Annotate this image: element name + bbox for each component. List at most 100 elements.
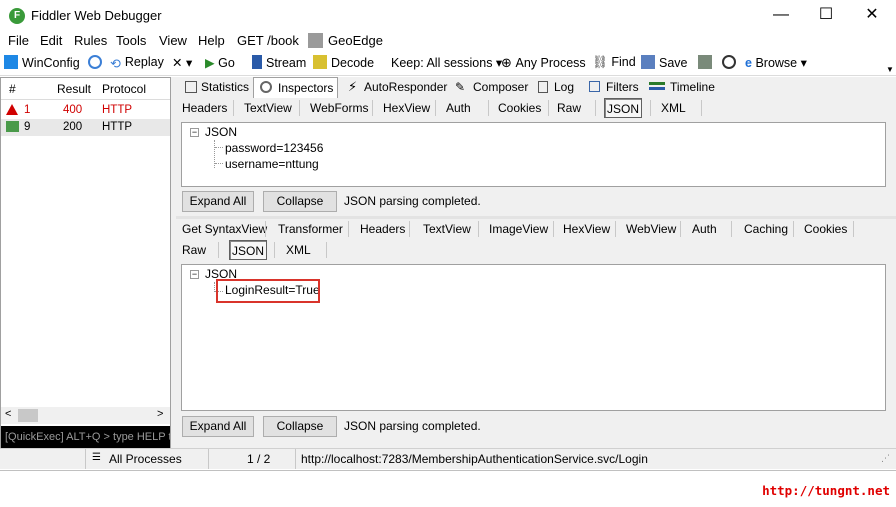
comment-button[interactable] <box>88 55 106 70</box>
req-tab-webforms[interactable]: WebForms <box>308 98 370 118</box>
resp-tab-xml[interactable]: XML <box>284 240 313 260</box>
json-node[interactable]: password=123456 <box>225 141 323 155</box>
menu-geoedge[interactable]: GeoEdge <box>328 33 383 48</box>
request-collapse-button[interactable]: Collapse <box>263 191 337 212</box>
stream-button[interactable]: Stream <box>252 55 306 70</box>
decode-button[interactable]: Decode <box>313 55 374 70</box>
tab-filters[interactable]: Filters <box>586 77 642 98</box>
browse-button[interactable]: e Browse ▾ <box>745 55 807 70</box>
watermark-url: http://tungnt.net <box>762 483 890 498</box>
resp-tab-transformer[interactable]: Transformer <box>276 219 345 239</box>
any-process-label: Any Process <box>515 56 586 70</box>
process-filter[interactable]: All Processes <box>109 452 182 466</box>
resp-tab-json[interactable]: JSON <box>229 240 268 260</box>
resp-tab-webview[interactable]: WebView <box>624 219 678 239</box>
find-button[interactable]: ⛓ Find <box>592 55 636 70</box>
any-process-button[interactable]: ⊕ Any Process <box>501 55 586 71</box>
resp-tab-syntaxview[interactable]: Get SyntaxView <box>180 219 269 239</box>
json-root-label[interactable]: JSON <box>205 125 237 139</box>
session-count: 1 / 2 <box>247 452 271 466</box>
request-expand-all-button[interactable]: Expand All <box>182 191 254 212</box>
scroll-left-icon[interactable]: < <box>5 408 11 420</box>
divider <box>853 221 854 237</box>
divider <box>372 100 373 116</box>
resp-tab-auth[interactable]: Auth <box>690 219 719 239</box>
col-result[interactable]: Result <box>57 82 91 96</box>
error-icon <box>6 104 18 115</box>
scroll-right-icon[interactable]: > <box>157 408 163 420</box>
replay-button[interactable]: ⟲ Replay <box>110 55 164 71</box>
tab-log[interactable]: Log <box>534 77 582 98</box>
req-tab-textview[interactable]: TextView <box>242 98 294 118</box>
menu-rules[interactable]: Rules <box>74 33 107 48</box>
go-button[interactable]: ▶ Go <box>205 55 235 70</box>
req-tab-json[interactable]: JSON <box>604 98 643 118</box>
menu-edit[interactable]: Edit <box>40 33 62 48</box>
save-button[interactable]: Save <box>641 55 688 70</box>
divider <box>553 221 554 237</box>
decode-label: Decode <box>331 56 375 70</box>
session-row[interactable]: 9 200 HTTP <box>1 119 170 136</box>
screenshot-button[interactable] <box>698 55 716 70</box>
tab-autoresponder[interactable]: ⚡ AutoResponder <box>344 77 448 98</box>
req-tab-headers[interactable]: Headers <box>180 98 229 118</box>
maximize-button[interactable]: ☐ <box>803 0 849 30</box>
req-tab-xml[interactable]: XML <box>659 98 688 118</box>
collapse-icon[interactable]: − <box>190 270 199 279</box>
session-protocol: HTTP <box>102 104 133 116</box>
req-tab-raw[interactable]: Raw <box>555 98 583 118</box>
resp-tab-imageview[interactable]: ImageView <box>487 219 550 239</box>
response-icon <box>6 121 19 132</box>
resp-tab-raw[interactable]: Raw <box>180 240 208 260</box>
horizontal-scrollbar[interactable]: < > <box>1 407 170 424</box>
menu-help[interactable]: Help <box>198 33 225 48</box>
highlight-box <box>216 279 320 303</box>
tab-composer[interactable]: ✎ Composer <box>451 77 531 98</box>
divider <box>478 221 479 237</box>
toolbar-overflow-icon[interactable]: ▼ <box>886 65 894 74</box>
resp-tab-textview[interactable]: TextView <box>421 219 473 239</box>
divider <box>701 100 702 116</box>
menu-file[interactable]: File <box>8 33 29 48</box>
timer-icon <box>722 55 736 69</box>
find-label: Find <box>611 55 636 69</box>
remove-button[interactable]: ✕ ▾ <box>172 55 192 70</box>
divider <box>409 221 410 237</box>
menu-get-book[interactable]: GET /book <box>237 33 299 48</box>
session-row[interactable]: 1 400 HTTP <box>1 102 170 119</box>
timer-button[interactable] <box>722 55 740 70</box>
minimize-button[interactable]: — <box>758 0 804 30</box>
window-title: Fiddler Web Debugger <box>31 8 162 23</box>
tab-statistics[interactable]: Statistics <box>181 77 249 98</box>
collapse-icon[interactable]: − <box>190 128 199 137</box>
resp-tab-caching[interactable]: Caching <box>742 219 790 239</box>
comment-icon <box>88 55 102 69</box>
ie-icon: e <box>745 56 756 70</box>
tab-timeline[interactable]: Timeline <box>646 77 716 98</box>
response-collapse-button[interactable]: Collapse <box>263 416 337 437</box>
quickexec-input[interactable]: [QuickExec] ALT+Q > type HELP to learn m… <box>1 426 170 448</box>
keep-sessions-dropdown[interactable]: Keep: All sessions ▾ <box>391 55 502 70</box>
go-label: Go <box>218 56 235 70</box>
winconfig-button[interactable]: WinConfig <box>4 55 80 70</box>
tab-autoresponder-label: AutoResponder <box>364 80 448 94</box>
resp-tab-hexview[interactable]: HexView <box>561 219 612 239</box>
resp-tab-headers[interactable]: Headers <box>358 219 407 239</box>
resize-grip-icon[interactable]: ⋰ <box>881 453 890 464</box>
lightning-icon: ⚡ <box>348 79 358 94</box>
tab-inspectors[interactable]: Inspectors <box>253 77 338 98</box>
close-button[interactable]: ✕ <box>849 0 895 30</box>
scroll-thumb[interactable] <box>18 409 38 422</box>
req-tab-cookies[interactable]: Cookies <box>496 98 543 118</box>
menu-tools[interactable]: Tools <box>116 33 146 48</box>
response-expand-all-button[interactable]: Expand All <box>182 416 254 437</box>
col-protocol[interactable]: Protocol <box>102 82 146 96</box>
resp-tab-cookies[interactable]: Cookies <box>802 219 849 239</box>
menu-view[interactable]: View <box>159 33 187 48</box>
req-tab-hexview[interactable]: HexView <box>381 98 432 118</box>
divider <box>650 100 651 116</box>
req-tab-auth[interactable]: Auth <box>444 98 473 118</box>
decode-icon <box>313 55 327 69</box>
json-node[interactable]: username=nttung <box>225 157 319 171</box>
col-number[interactable]: # <box>9 82 16 96</box>
